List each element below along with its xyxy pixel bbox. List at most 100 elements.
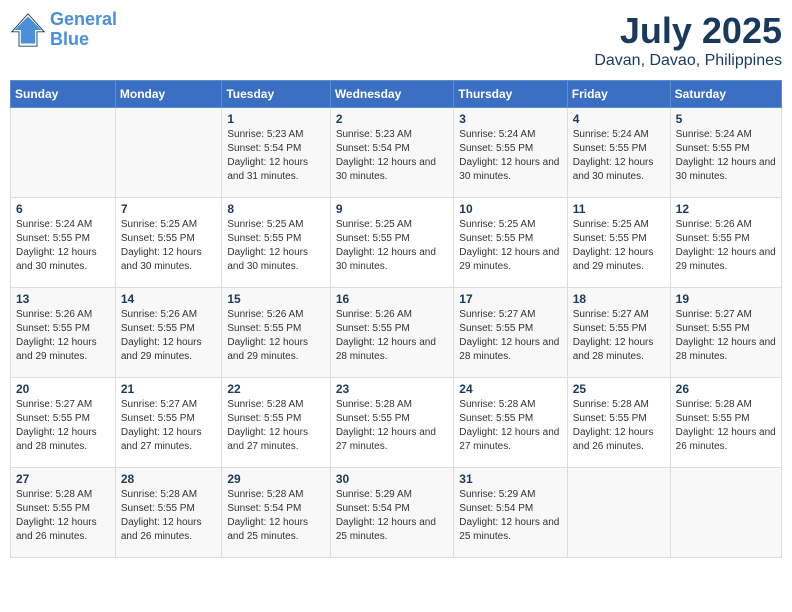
day-info: Sunrise: 5:25 AM Sunset: 5:55 PM Dayligh… xyxy=(459,218,561,274)
day-number: 22 xyxy=(227,382,324,396)
day-number: 2 xyxy=(336,112,448,126)
col-saturday: Saturday xyxy=(670,81,781,108)
day-info: Sunrise: 5:29 AM Sunset: 5:54 PM Dayligh… xyxy=(336,488,448,544)
table-row: 4Sunrise: 5:24 AM Sunset: 5:55 PM Daylig… xyxy=(567,108,670,198)
table-row: 23 Sunrise: 5:28 AM Sunset: 5:55 PM Dayli… xyxy=(330,378,453,468)
day-number: 11 xyxy=(573,202,665,216)
table-row: 2 Sunrise: 5:23 AM Sunset: 5:54 PM Daylig… xyxy=(330,108,453,198)
day-number: 21 xyxy=(121,382,216,396)
day-number: 26 xyxy=(676,382,776,396)
col-tuesday: Tuesday xyxy=(222,81,330,108)
table-row: 26 Sunrise: 5:28 AM Sunset: 5:55 PM Dayli… xyxy=(670,378,781,468)
day-info: Sunrise: 5:27 AM Sunset: 5:55 PM Dayligh… xyxy=(16,398,110,454)
calendar-table: Sunday Monday Tuesday Wednesday Thursday… xyxy=(10,80,782,558)
day-info: Sunrise: 5:25 AM Sunset: 5:55 PM Dayligh… xyxy=(336,218,448,274)
calendar-week-row: 20 Sunrise: 5:27 AM Sunset: 5:55 PM Dayli… xyxy=(11,378,782,468)
calendar-week-row: 6Sunrise: 5:24 AM Sunset: 5:55 PM Daylig… xyxy=(11,198,782,288)
table-row: 13Sunrise: 5:26 AM Sunset: 5:55 PM Dayli… xyxy=(11,288,116,378)
day-info: Sunrise: 5:24 AM Sunset: 5:55 PM Dayligh… xyxy=(16,218,110,274)
day-info: Sunrise: 5:28 AM Sunset: 5:55 PM Dayligh… xyxy=(227,398,324,454)
day-info: Sunrise: 5:28 AM Sunset: 5:55 PM Dayligh… xyxy=(336,398,448,454)
day-info: Sunrise: 5:25 AM Sunset: 5:55 PM Dayligh… xyxy=(121,218,216,274)
day-number: 8 xyxy=(227,202,324,216)
table-row: 20 Sunrise: 5:27 AM Sunset: 5:55 PM Dayli… xyxy=(11,378,116,468)
day-info: Sunrise: 5:27 AM Sunset: 5:55 PM Dayligh… xyxy=(676,308,776,364)
col-wednesday: Wednesday xyxy=(330,81,453,108)
table-row: 28 Sunrise: 5:28 AM Sunset: 5:55 PM Dayli… xyxy=(115,468,221,558)
day-number: 5 xyxy=(676,112,776,126)
table-row xyxy=(670,468,781,558)
day-number: 10 xyxy=(459,202,561,216)
table-row: 22 Sunrise: 5:28 AM Sunset: 5:55 PM Dayli… xyxy=(222,378,330,468)
day-info: Sunrise: 5:27 AM Sunset: 5:55 PM Dayligh… xyxy=(121,398,216,454)
day-number: 27 xyxy=(16,472,110,486)
day-info: Sunrise: 5:27 AM Sunset: 5:55 PM Dayligh… xyxy=(459,308,561,364)
day-info: Sunrise: 5:26 AM Sunset: 5:55 PM Dayligh… xyxy=(121,308,216,364)
day-number: 23 xyxy=(336,382,448,396)
col-friday: Friday xyxy=(567,81,670,108)
table-row xyxy=(115,108,221,198)
table-row xyxy=(567,468,670,558)
day-info: Sunrise: 5:26 AM Sunset: 5:55 PM Dayligh… xyxy=(227,308,324,364)
table-row: 6Sunrise: 5:24 AM Sunset: 5:55 PM Daylig… xyxy=(11,198,116,288)
day-number: 17 xyxy=(459,292,561,306)
day-info: Sunrise: 5:29 AM Sunset: 5:54 PM Dayligh… xyxy=(459,488,561,544)
table-row: 15 Sunrise: 5:26 AM Sunset: 5:55 PM Dayli… xyxy=(222,288,330,378)
table-row: 29 Sunrise: 5:28 AM Sunset: 5:54 PM Dayli… xyxy=(222,468,330,558)
day-info: Sunrise: 5:28 AM Sunset: 5:55 PM Dayligh… xyxy=(121,488,216,544)
day-number: 18 xyxy=(573,292,665,306)
table-row: 1Sunrise: 5:23 AM Sunset: 5:54 PM Daylig… xyxy=(222,108,330,198)
day-info: Sunrise: 5:25 AM Sunset: 5:55 PM Dayligh… xyxy=(573,218,665,274)
day-number: 24 xyxy=(459,382,561,396)
day-info: Sunrise: 5:28 AM Sunset: 5:55 PM Dayligh… xyxy=(676,398,776,454)
calendar-week-row: 13 Sunrise: 5:26 AM Sunset: 5:55 PM Dayli… xyxy=(11,288,782,378)
table-row: 10 Sunrise: 5:25 AM Sunset: 5:55 PM Dayli… xyxy=(454,198,567,288)
table-row: 19 Sunrise: 5:27 AM Sunset: 5:55 PM Dayli… xyxy=(670,288,781,378)
table-row: 7 Sunrise: 5:25 AM Sunset: 5:55 PM Daylig… xyxy=(115,198,221,288)
logo: General Blue xyxy=(10,10,117,50)
day-info: Sunrise: 5:25 AM Sunset: 5:55 PM Dayligh… xyxy=(227,218,324,274)
table-row: 3 Sunrise: 5:24 AM Sunset: 5:55 PM Daylig… xyxy=(454,108,567,198)
calendar-week-row: 1Sunrise: 5:23 AM Sunset: 5:54 PM Daylig… xyxy=(11,108,782,198)
table-row: 27 Sunrise: 5:28 AM Sunset: 5:55 PM Dayli… xyxy=(11,468,116,558)
day-info: Sunrise: 5:23 AM Sunset: 5:54 PM Dayligh… xyxy=(227,128,324,184)
day-info: Sunrise: 5:27 AM Sunset: 5:55 PM Dayligh… xyxy=(573,308,665,364)
subtitle: Davan, Davao, Philippines xyxy=(594,52,782,70)
day-info: Sunrise: 5:24 AM Sunset: 5:55 PM Dayligh… xyxy=(459,128,561,184)
day-number: 9 xyxy=(336,202,448,216)
table-row: 30Sunrise: 5:29 AM Sunset: 5:54 PM Dayli… xyxy=(330,468,453,558)
day-number: 13 xyxy=(16,292,110,306)
day-number: 29 xyxy=(227,472,324,486)
table-row: 16Sunrise: 5:26 AM Sunset: 5:55 PM Dayli… xyxy=(330,288,453,378)
day-number: 7 xyxy=(121,202,216,216)
day-number: 16 xyxy=(336,292,448,306)
day-number: 20 xyxy=(16,382,110,396)
calendar-week-row: 27 Sunrise: 5:28 AM Sunset: 5:55 PM Dayli… xyxy=(11,468,782,558)
page-header: General Blue July 2025 Davan, Davao, Phi… xyxy=(10,10,782,70)
title-block: July 2025 Davan, Davao, Philippines xyxy=(594,10,782,70)
day-info: Sunrise: 5:24 AM Sunset: 5:55 PM Dayligh… xyxy=(676,128,776,184)
day-info: Sunrise: 5:28 AM Sunset: 5:55 PM Dayligh… xyxy=(573,398,665,454)
day-number: 31 xyxy=(459,472,561,486)
table-row: 31 Sunrise: 5:29 AM Sunset: 5:54 PM Dayli… xyxy=(454,468,567,558)
day-info: Sunrise: 5:28 AM Sunset: 5:55 PM Dayligh… xyxy=(16,488,110,544)
day-info: Sunrise: 5:23 AM Sunset: 5:54 PM Dayligh… xyxy=(336,128,448,184)
day-number: 12 xyxy=(676,202,776,216)
table-row: 18 Sunrise: 5:27 AM Sunset: 5:55 PM Dayli… xyxy=(567,288,670,378)
day-number: 28 xyxy=(121,472,216,486)
day-number: 25 xyxy=(573,382,665,396)
table-row: 24 Sunrise: 5:28 AM Sunset: 5:55 PM Dayli… xyxy=(454,378,567,468)
day-number: 14 xyxy=(121,292,216,306)
calendar-header-row: Sunday Monday Tuesday Wednesday Thursday… xyxy=(11,81,782,108)
col-monday: Monday xyxy=(115,81,221,108)
day-info: Sunrise: 5:28 AM Sunset: 5:55 PM Dayligh… xyxy=(459,398,561,454)
day-number: 19 xyxy=(676,292,776,306)
table-row: 11 Sunrise: 5:25 AM Sunset: 5:55 PM Dayli… xyxy=(567,198,670,288)
day-number: 3 xyxy=(459,112,561,126)
table-row: 9 Sunrise: 5:25 AM Sunset: 5:55 PM Daylig… xyxy=(330,198,453,288)
table-row: 12Sunrise: 5:26 AM Sunset: 5:55 PM Dayli… xyxy=(670,198,781,288)
table-row: 5 Sunrise: 5:24 AM Sunset: 5:55 PM Daylig… xyxy=(670,108,781,198)
day-number: 4 xyxy=(573,112,665,126)
day-number: 15 xyxy=(227,292,324,306)
day-info: Sunrise: 5:28 AM Sunset: 5:54 PM Dayligh… xyxy=(227,488,324,544)
